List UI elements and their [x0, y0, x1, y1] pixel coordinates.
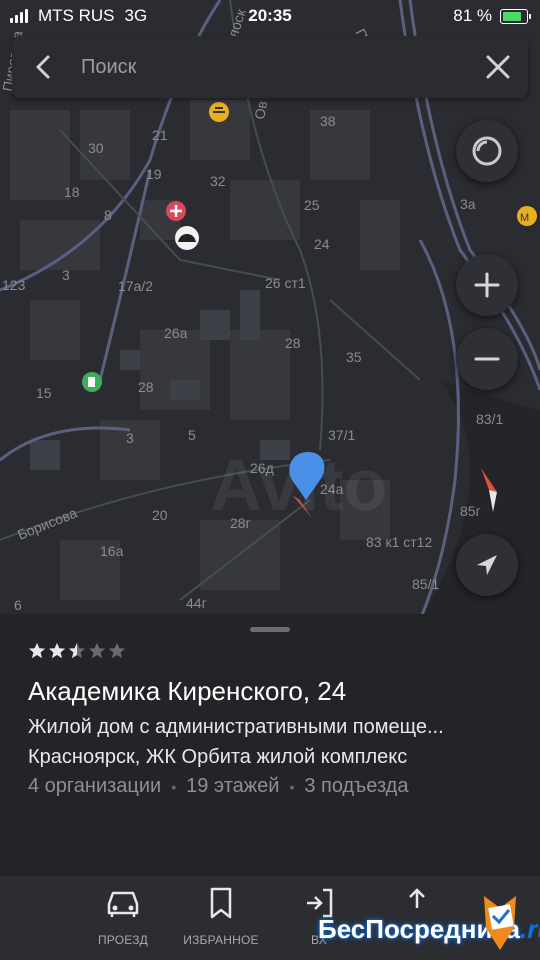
sheet-handle[interactable]	[250, 627, 290, 632]
street-label: Ов	[251, 100, 270, 121]
map-label: 83/1	[476, 411, 503, 427]
metro-icon[interactable]: M	[517, 206, 537, 226]
star-icon	[68, 642, 86, 659]
close-icon[interactable]	[482, 51, 514, 83]
floors-count: 19 этажей	[186, 775, 280, 797]
map-label: 26 ст1	[265, 275, 306, 291]
map-label: 37/1	[328, 427, 355, 443]
route-button[interactable]: ПРОЕЗД	[68, 886, 178, 947]
map-label: 18	[64, 184, 80, 200]
star-icon	[108, 642, 126, 659]
place-title: Академика Киренского, 24	[28, 676, 347, 706]
zoom-out-button[interactable]	[456, 328, 518, 390]
map-label: 123	[2, 277, 26, 293]
map-label: 30	[88, 140, 104, 156]
battery-percent: 81 %	[453, 6, 492, 25]
map-label: 35	[346, 349, 362, 365]
organizations-count[interactable]: 4 организации	[28, 775, 161, 798]
map-label: 17а/2	[118, 278, 153, 294]
fox-logo-icon	[484, 896, 516, 950]
map-label: 3	[126, 430, 134, 446]
layers-button[interactable]	[456, 120, 518, 182]
entrances-count: 3 подъезда	[304, 775, 409, 797]
zoom-in-button[interactable]	[456, 254, 518, 316]
map-label: 28	[138, 379, 154, 395]
place-description: Жилой дом с административными помеще...	[28, 716, 444, 738]
map-label: 38	[320, 113, 336, 129]
brand-watermark: БесПосредника.ru	[318, 888, 540, 960]
star-icon	[48, 642, 66, 659]
fuel-station-icon[interactable]	[82, 372, 102, 392]
map-label: 21	[152, 127, 168, 143]
map-label: 16а	[100, 543, 124, 559]
map-label: 85/1	[412, 576, 439, 592]
star-icon	[88, 642, 106, 659]
svg-text:M: M	[520, 212, 529, 224]
map-label: 5	[188, 427, 196, 443]
place-address: Красноярск, ЖК Орбита жилой комплекс	[28, 746, 408, 768]
search-bar[interactable]: Поиск	[12, 36, 528, 98]
place-meta: 4 организации • 19 этажей • 3 подъезда	[28, 775, 409, 798]
plus-icon	[474, 272, 500, 298]
favorites-label: ИЗБРАННОЕ	[183, 933, 259, 947]
minus-icon	[474, 357, 500, 361]
my-location-button[interactable]	[456, 534, 518, 596]
map-label: 44г	[186, 595, 207, 611]
map-label: 20	[152, 507, 168, 523]
compass-button[interactable]	[456, 458, 518, 520]
poi-icon[interactable]	[209, 102, 229, 122]
map-label: 28	[285, 335, 301, 351]
map-label: 24	[314, 236, 330, 252]
navigation-arrow-icon	[477, 555, 497, 575]
car-icon	[107, 891, 139, 917]
compass-icon	[481, 468, 497, 512]
star-icon	[28, 642, 46, 659]
map-label: 19	[146, 166, 162, 182]
map-label: 3а	[460, 196, 476, 212]
map-label: 15	[36, 385, 52, 401]
map-label: 3	[62, 267, 70, 283]
map-label: 32	[210, 173, 226, 189]
favorites-button[interactable]: ИЗБРАННОЕ	[166, 886, 276, 947]
bookmark-icon	[210, 887, 232, 919]
hospital-icon[interactable]	[166, 201, 186, 221]
battery-icon	[500, 8, 531, 24]
brand-tld: .ru	[519, 914, 540, 944]
rating-stars	[28, 642, 126, 660]
search-input[interactable]: Поиск	[81, 56, 136, 79]
car-service-icon[interactable]	[175, 226, 199, 250]
status-bar: MTS RUS 3G 20:35 81 %	[0, 0, 540, 32]
map-label: 6	[14, 597, 22, 613]
map-label: 25	[304, 197, 320, 213]
map-label: 8	[104, 207, 112, 223]
map-label: 83 к1 ст12	[366, 534, 432, 550]
back-arrow-icon[interactable]	[28, 50, 60, 84]
route-label: ПРОЕЗД	[97, 933, 148, 947]
map-label: 26а	[164, 325, 188, 341]
street-label: Борисова	[15, 504, 79, 542]
layers-icon	[472, 136, 502, 166]
